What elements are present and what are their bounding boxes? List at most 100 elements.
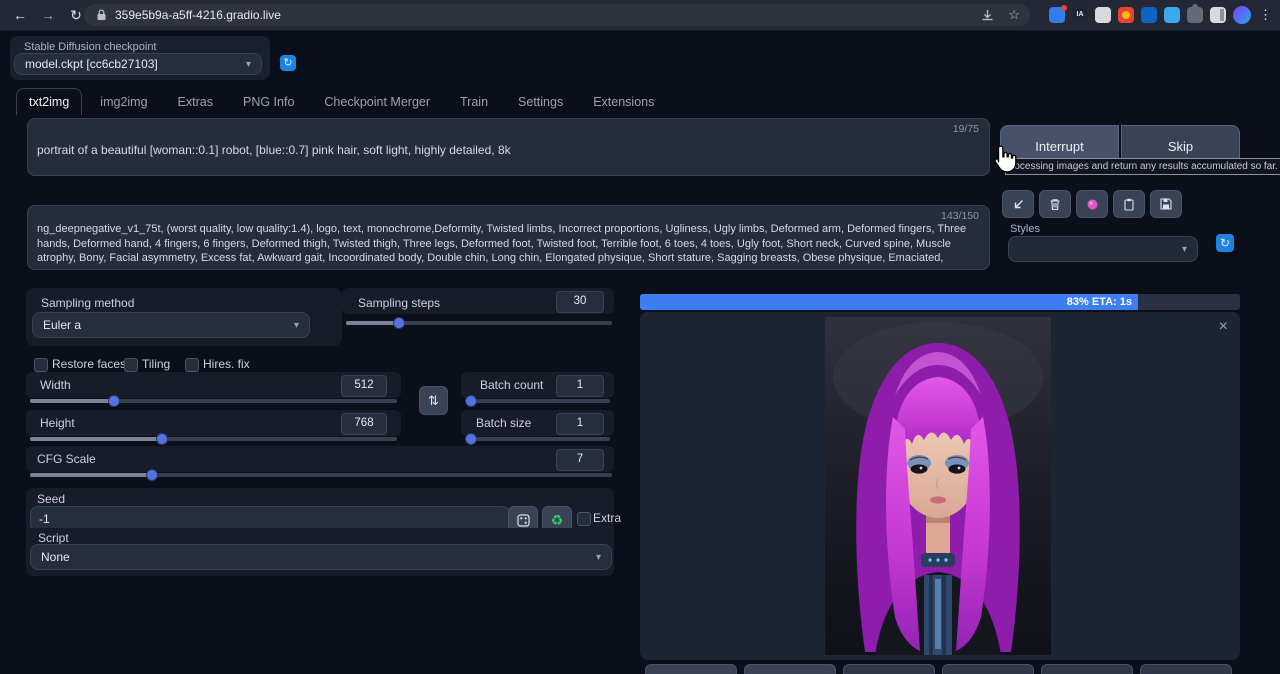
progress-text: 83% ETA: 1s [640, 294, 1138, 310]
batch-count-label: Batch count [480, 378, 543, 392]
styles-label: Styles [1010, 223, 1040, 235]
tab-train[interactable]: Train [448, 89, 500, 115]
mouse-cursor [993, 145, 1017, 173]
height-label: Height [40, 416, 75, 430]
recycle-icon: ♻ [551, 512, 564, 529]
extra-seed-checkbox[interactable] [577, 512, 591, 526]
width-label: Width [40, 378, 71, 392]
chevron-down-icon: ▾ [596, 552, 601, 563]
output-action-button[interactable] [942, 664, 1034, 674]
batch-count-slider[interactable] [465, 394, 610, 408]
paste-params-button[interactable] [1002, 190, 1034, 218]
tab-png-info[interactable]: PNG Info [231, 89, 306, 115]
checkpoint-value: model.ckpt [cc6cb27103] [25, 57, 158, 71]
tab-checkpoint-merger[interactable]: Checkpoint Merger [312, 89, 442, 115]
hires-fix-checkbox[interactable] [185, 358, 199, 372]
checkpoint-label: Stable Diffusion checkpoint [24, 41, 157, 53]
hires-fix-label: Hires. fix [203, 357, 250, 371]
apply-style-button[interactable] [1113, 190, 1145, 218]
tiling-checkbox[interactable] [124, 358, 138, 372]
tab-img2img[interactable]: img2img [88, 89, 159, 115]
output-action-button[interactable] [1041, 664, 1133, 674]
tab-settings[interactable]: Settings [506, 89, 575, 115]
output-action-button[interactable] [1140, 664, 1232, 674]
forward-button[interactable]: → [36, 3, 60, 27]
chevron-down-icon: ▾ [1182, 244, 1187, 255]
styles-refresh-button[interactable]: ↻ [1216, 234, 1234, 252]
chevron-down-icon: ▾ [294, 320, 299, 331]
checkpoint-refresh-button[interactable]: ↻ [280, 55, 296, 71]
bookmark-star-icon[interactable]: ☆ [1008, 7, 1020, 23]
address-bar[interactable]: 359e5b9a-a5ff-4216.gradio.live ☆ [84, 4, 1030, 26]
cfg-scale-slider[interactable] [30, 468, 612, 482]
extra-networks-button[interactable] [1076, 190, 1108, 218]
negative-prompt-text: ng_deepnegative_v1_75t, (worst quality, … [28, 206, 989, 266]
back-button[interactable]: ← [8, 3, 32, 27]
prompt-textarea[interactable]: 19/75 portrait of a beautiful [woman::0.… [27, 118, 990, 176]
save-icon [1160, 198, 1172, 210]
clipboard-icon [1123, 198, 1135, 211]
batch-size-slider[interactable] [465, 432, 610, 446]
tab-extensions[interactable]: Extensions [581, 89, 666, 115]
chevron-down-icon: ▾ [246, 59, 251, 70]
prompt-text: portrait of a beautiful [woman::0.1] rob… [28, 119, 989, 157]
prompt-tool-row [1002, 190, 1182, 218]
restore-faces-checkbox[interactable] [34, 358, 48, 372]
lock-icon[interactable] [96, 9, 107, 21]
sampling-steps-label: Sampling steps [358, 296, 440, 310]
download-icon[interactable] [981, 9, 994, 22]
extra-seed-label: Extra [593, 511, 621, 525]
dice-icon [517, 514, 530, 527]
batch-size-label: Batch size [476, 416, 531, 430]
output-action-button[interactable] [744, 664, 836, 674]
output-panel: × [640, 312, 1240, 660]
extension-icons: IA ⋮ [1042, 0, 1272, 30]
extension-icon-3[interactable] [1095, 7, 1111, 23]
sampling-method-label: Sampling method [41, 296, 134, 310]
prompt-token-counter: 19/75 [953, 123, 979, 135]
url-text: 359e5b9a-a5ff-4216.gradio.live [115, 8, 281, 22]
script-value: None [41, 550, 70, 564]
clear-prompt-button[interactable] [1039, 190, 1071, 218]
extension-icon-1[interactable] [1049, 7, 1065, 23]
negative-token-counter: 143/150 [941, 210, 979, 222]
extension-icon-5[interactable] [1141, 7, 1157, 23]
generated-image [825, 317, 1051, 655]
sidebar-icon[interactable] [1210, 7, 1226, 23]
save-style-button[interactable] [1150, 190, 1182, 218]
close-preview-button[interactable]: × [1219, 318, 1228, 336]
extension-icon-2[interactable]: IA [1072, 7, 1088, 23]
tab-bar: txt2img img2img Extras PNG Info Checkpoi… [16, 88, 666, 115]
swap-dimensions-button[interactable]: ⇅ [419, 386, 448, 415]
checkpoint-dropdown[interactable]: model.ckpt [cc6cb27103] ▾ [14, 53, 262, 75]
tab-extras[interactable]: Extras [166, 89, 225, 115]
trash-icon [1049, 198, 1061, 211]
interrupt-tooltip: rocessing images and return any results … [1005, 158, 1280, 175]
extension-icon-6[interactable] [1164, 7, 1180, 23]
output-action-button[interactable] [843, 664, 935, 674]
seed-label: Seed [37, 492, 65, 506]
sampling-method-dropdown[interactable]: Euler a ▾ [32, 312, 310, 338]
output-action-button[interactable] [645, 664, 737, 674]
browser-toolbar: ← → ↻ 359e5b9a-a5ff-4216.gradio.live ☆ I… [0, 0, 1280, 31]
negative-prompt-textarea[interactable]: 143/150 ng_deepnegative_v1_75t, (worst q… [27, 205, 990, 270]
puzzle-icon[interactable] [1187, 7, 1203, 23]
cfg-scale-label: CFG Scale [37, 452, 96, 466]
output-action-row [645, 664, 1232, 674]
arrow-down-left-icon [1012, 198, 1025, 211]
sampling-method-value: Euler a [43, 318, 81, 332]
profile-avatar[interactable] [1233, 6, 1251, 24]
restore-faces-label: Restore faces [52, 357, 126, 371]
browser-menu-icon[interactable]: ⋮ [1259, 7, 1272, 23]
tiling-label: Tiling [142, 357, 170, 371]
height-slider[interactable] [30, 432, 397, 446]
pink-card-icon [1086, 198, 1099, 211]
sampling-steps-value[interactable]: 30 [556, 291, 604, 313]
tab-txt2img[interactable]: txt2img [16, 88, 82, 115]
sampling-steps-slider[interactable] [346, 316, 612, 330]
extension-icon-4[interactable] [1118, 7, 1134, 23]
script-label: Script [38, 531, 69, 545]
width-slider[interactable] [30, 394, 397, 408]
styles-dropdown[interactable]: ▾ [1008, 236, 1198, 262]
script-dropdown[interactable]: None ▾ [30, 544, 612, 570]
